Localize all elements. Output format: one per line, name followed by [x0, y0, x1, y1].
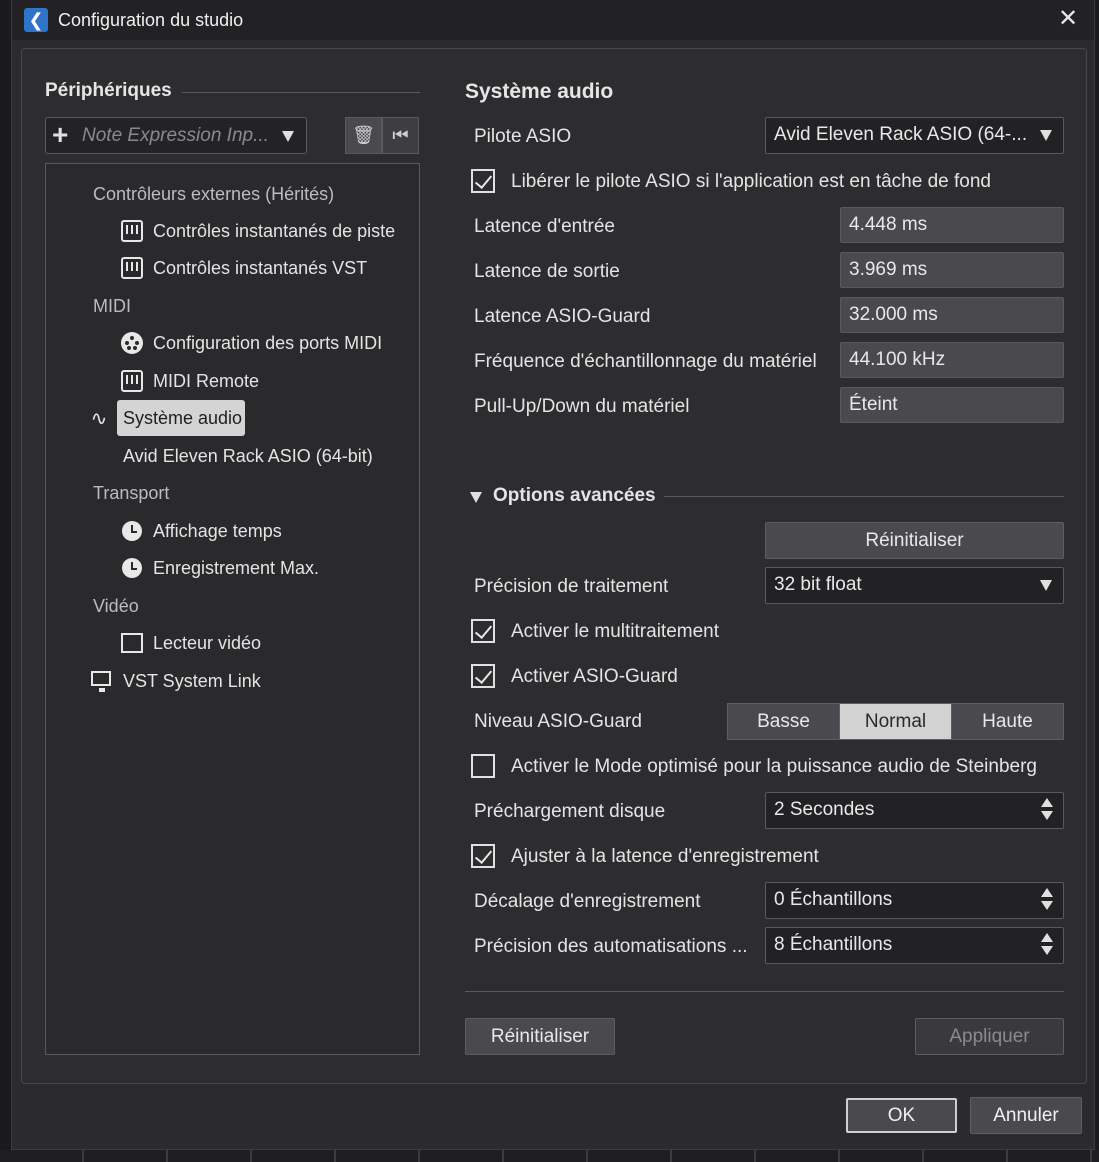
steinberg-power-label: Activer le Mode optimisé pour la puissan… — [511, 756, 1037, 777]
asio-guard-latency-label: Latence ASIO-Guard — [474, 306, 651, 327]
chevron-down-icon — [282, 131, 294, 142]
disk-preload-label: Préchargement disque — [474, 801, 666, 822]
automation-precision-spinbox[interactable]: 8 Échantillons — [765, 927, 1064, 964]
tree-item-asio-driver[interactable]: Avid Eleven Rack ASIO (64-bit) — [123, 446, 373, 467]
processing-precision-select[interactable]: 32 bit float — [765, 567, 1064, 604]
asio-driver-select[interactable]: Avid Eleven Rack ASIO (64-... — [765, 117, 1064, 154]
collapse-triangle-icon[interactable] — [470, 492, 482, 503]
output-latency-field: 3.969 ms — [840, 252, 1064, 288]
processing-precision-value: 32 bit float — [774, 574, 862, 595]
add-device-dropdown-text: Note Expression Inp... — [82, 125, 269, 146]
window-title: Configuration du studio — [58, 10, 244, 30]
record-shift-label: Décalage d'enregistrement — [474, 891, 701, 912]
tree-category-external: Contrôleurs externes (Hérités) — [93, 184, 335, 204]
midi-port-icon — [121, 332, 143, 354]
close-icon[interactable]: ✕ — [1056, 7, 1080, 32]
asio-guard-level-low[interactable]: Basse — [727, 703, 840, 740]
divider — [664, 496, 1064, 497]
tree-item-vst-system-link[interactable]: VST System Link — [123, 671, 261, 692]
reset-device-button[interactable]: ⏮ — [382, 117, 419, 154]
cubase-logo-icon: ❮ — [24, 8, 48, 32]
fader-icon — [121, 257, 143, 279]
title-bar: ❮ Configuration du studio ✕ — [12, 0, 1094, 40]
skip-back-icon: ⏮ — [392, 125, 409, 145]
record-shift-value: 0 Échantillons — [774, 889, 893, 910]
asio-driver-value: Avid Eleven Rack ASIO (64-... — [774, 124, 1028, 145]
steinberg-power-checkbox[interactable] — [471, 754, 495, 778]
tree-item-time-display[interactable]: Affichage temps — [153, 521, 282, 542]
chevron-down-icon — [1040, 580, 1052, 591]
asio-guard-level-label: Niveau ASIO-Guard — [474, 711, 642, 732]
divider — [182, 92, 420, 93]
asio-driver-label: Pilote ASIO — [474, 126, 572, 147]
device-tree[interactable]: Contrôleurs externes (Hérités) Contrôles… — [45, 163, 420, 1055]
advanced-reset-button[interactable]: Réinitialiser — [765, 522, 1064, 559]
divider — [465, 991, 1064, 992]
asio-guard-level-high[interactable]: Haute — [951, 703, 1064, 740]
hw-pullupdown-field: Éteint — [840, 387, 1064, 423]
input-latency-label: Latence d'entrée — [474, 216, 615, 237]
plus-icon: + — [52, 119, 69, 150]
background-ruler — [0, 1150, 1099, 1162]
tree-item-midi-remote[interactable]: MIDI Remote — [153, 371, 259, 392]
ok-button[interactable]: OK — [846, 1098, 957, 1133]
monitor-icon — [91, 671, 111, 692]
devices-title: Périphériques — [45, 80, 172, 101]
hw-sample-rate-field: 44.100 kHz — [840, 342, 1064, 378]
waveform-icon: ∿ — [90, 408, 108, 430]
trash-icon: 🗑 — [352, 125, 375, 145]
adjust-record-latency-checkbox[interactable] — [471, 844, 495, 868]
clock-icon — [122, 521, 142, 541]
audio-system-title: Système audio — [465, 80, 614, 103]
asio-guard-level-normal[interactable]: Normal — [839, 703, 952, 740]
release-driver-label: Libérer le pilote ASIO si l'application … — [511, 171, 991, 192]
tree-item-audio-system[interactable]: Système audio — [123, 408, 242, 429]
automation-precision-label: Précision des automatisations ... — [474, 936, 748, 957]
delete-device-button[interactable]: 🗑 — [345, 117, 382, 154]
disk-preload-spinbox[interactable]: 2 Secondes — [765, 792, 1064, 829]
tree-item-track-quick-controls[interactable]: Contrôles instantanés de piste — [153, 221, 395, 242]
asio-guard-checkbox[interactable] — [471, 664, 495, 688]
tree-category-transport: Transport — [93, 483, 170, 503]
tree-item-record-time-max[interactable]: Enregistrement Max. — [153, 558, 319, 579]
asio-guard-label: Activer ASIO-Guard — [511, 666, 678, 687]
processing-precision-label: Précision de traitement — [474, 576, 669, 597]
add-device-dropdown[interactable]: + Note Expression Inp... — [45, 117, 307, 154]
fader-icon — [121, 220, 143, 242]
film-icon — [121, 633, 143, 653]
multiprocessing-checkbox[interactable] — [471, 619, 495, 643]
automation-precision-value: 8 Échantillons — [774, 934, 893, 955]
record-shift-spinbox[interactable]: 0 Échantillons — [765, 882, 1064, 919]
hw-pullupdown-label: Pull-Up/Down du matériel — [474, 396, 690, 417]
spin-arrows-icon[interactable] — [1041, 933, 1053, 957]
apply-button[interactable]: Appliquer — [915, 1018, 1064, 1055]
spin-arrows-icon[interactable] — [1041, 798, 1053, 822]
clock-icon — [122, 558, 142, 578]
input-latency-field: 4.448 ms — [840, 207, 1064, 243]
tree-item-video-player[interactable]: Lecteur vidéo — [153, 633, 261, 654]
asio-guard-latency-field: 32.000 ms — [840, 297, 1064, 333]
cancel-button[interactable]: Annuler — [970, 1097, 1082, 1134]
disk-preload-value: 2 Secondes — [774, 799, 875, 820]
reset-button[interactable]: Réinitialiser — [465, 1018, 615, 1055]
tree-item-midi-port-setup[interactable]: Configuration des ports MIDI — [153, 333, 382, 354]
spin-arrows-icon[interactable] — [1041, 888, 1053, 912]
release-driver-checkbox[interactable] — [471, 169, 495, 193]
output-latency-label: Latence de sortie — [474, 261, 620, 282]
advanced-options-title[interactable]: Options avancées — [493, 485, 656, 507]
tree-category-midi: MIDI — [93, 296, 131, 316]
tree-item-vst-quick-controls[interactable]: Contrôles instantanés VST — [153, 258, 367, 279]
chevron-down-icon — [1040, 130, 1052, 141]
studio-setup-window: ❮ Configuration du studio ✕ Périphérique… — [11, 0, 1095, 1150]
main-panel: Périphériques + Note Expression Inp... 🗑… — [21, 48, 1087, 1084]
hw-sample-rate-label: Fréquence d'échantillonnage du matériel — [474, 351, 817, 372]
adjust-record-latency-label: Ajuster à la latence d'enregistrement — [511, 846, 819, 867]
fader-icon — [121, 370, 143, 392]
tree-category-video: Vidéo — [93, 596, 139, 616]
multiprocessing-label: Activer le multitraitement — [511, 621, 720, 642]
